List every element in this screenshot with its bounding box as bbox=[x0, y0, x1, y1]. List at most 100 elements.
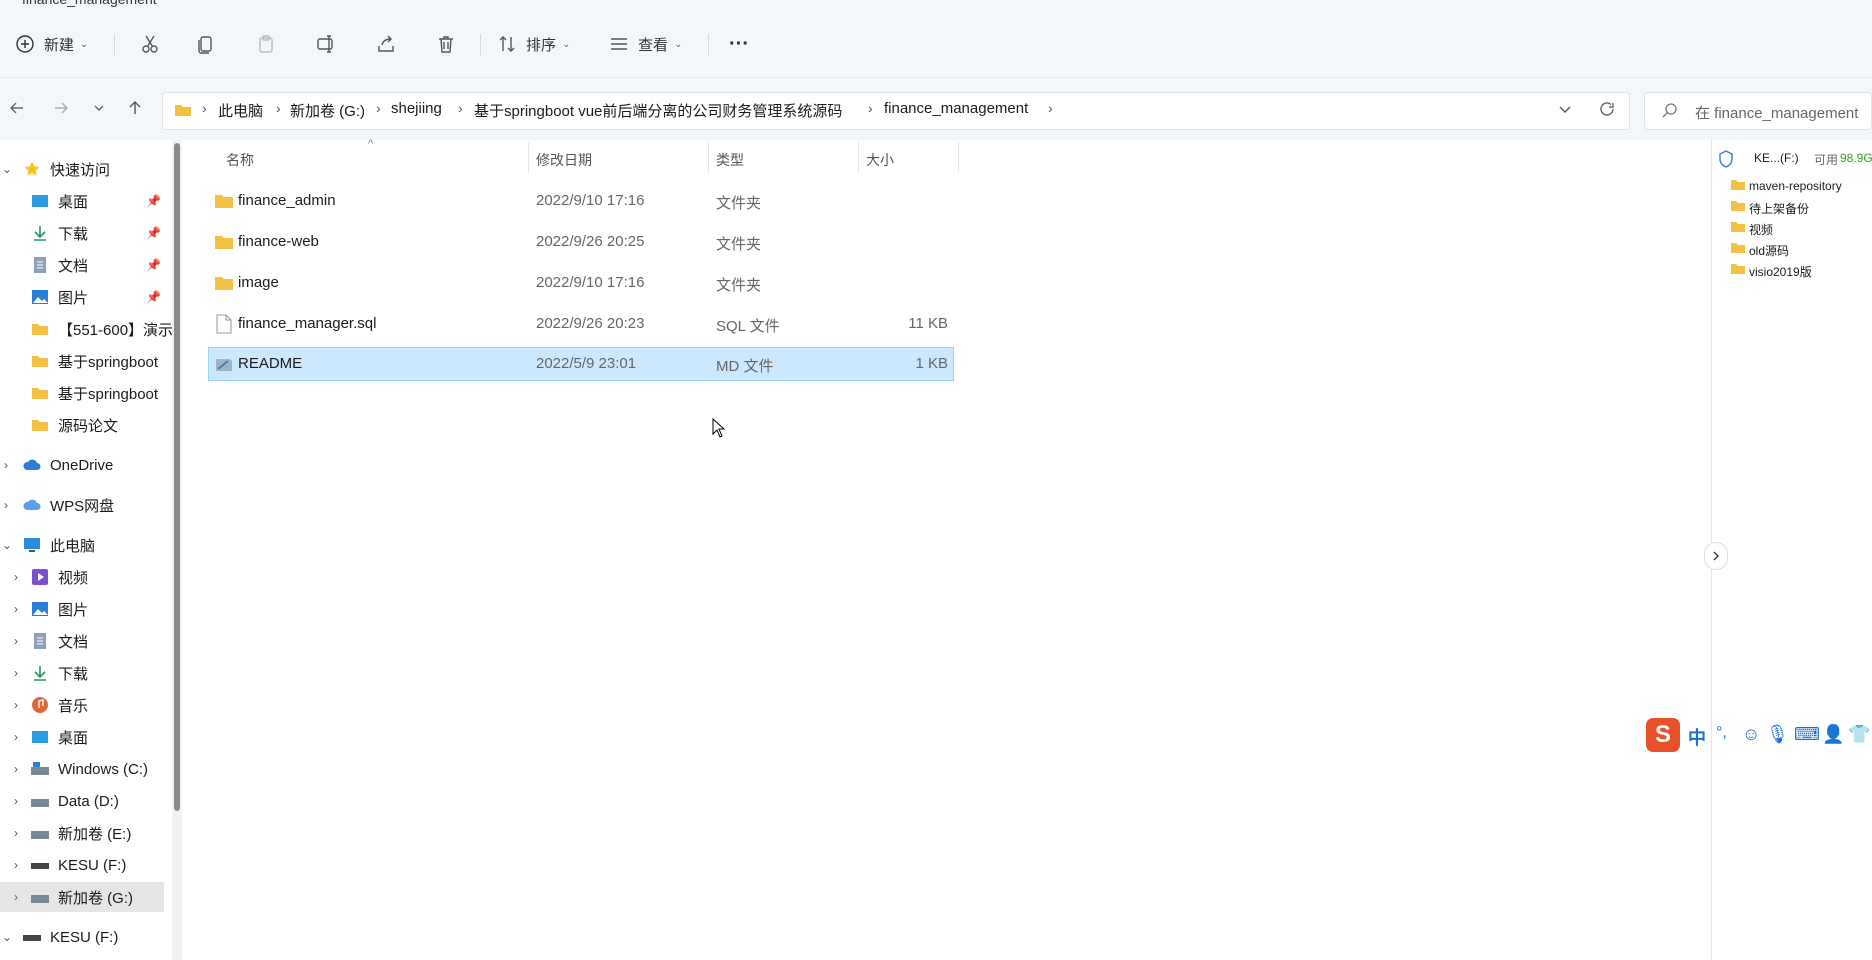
sogou-logo-icon[interactable]: S bbox=[1646, 718, 1680, 752]
ime-mode[interactable]: 中 bbox=[1688, 724, 1706, 750]
collapse-panel-button[interactable] bbox=[1704, 542, 1728, 570]
address-history-button[interactable] bbox=[1556, 100, 1574, 122]
column-divider[interactable] bbox=[708, 142, 709, 172]
breadcrumb-item[interactable]: finance_management bbox=[884, 100, 1028, 117]
up-button[interactable] bbox=[122, 95, 148, 121]
sidebar-item-videos[interactable]: 视频 bbox=[30, 564, 88, 590]
collapse-arrow-icon[interactable]: ⌄ bbox=[2, 538, 12, 552]
file-icon bbox=[216, 314, 232, 338]
sidebar-item-drive-e[interactable]: 新加卷 (E:) bbox=[30, 820, 131, 846]
sidebar-item-pictures[interactable]: 图片 bbox=[30, 596, 88, 622]
expand-arrow-icon[interactable]: › bbox=[14, 826, 18, 840]
sidebar-item-folder[interactable]: 源码论文 bbox=[30, 412, 118, 438]
breadcrumb-item[interactable]: 基于springboot vue前后端分离的公司财务管理系统源码 bbox=[474, 100, 842, 121]
new-button[interactable]: 新建 ⌄ bbox=[14, 28, 88, 60]
sidebar-item-onedrive[interactable]: OneDrive bbox=[22, 452, 113, 478]
file-row[interactable]: image 2022/9/10 17:16 文件夹 bbox=[208, 266, 954, 300]
search-box[interactable]: 在 finance_management bbox=[1644, 92, 1872, 130]
sidebar-item-documents[interactable]: 文档 bbox=[30, 628, 88, 654]
copy-button[interactable] bbox=[190, 28, 222, 60]
panel-folder-item[interactable]: maven-repository bbox=[1749, 179, 1842, 193]
sidebar-item-desktop[interactable]: 桌面 bbox=[30, 188, 88, 214]
column-header-name[interactable]: 名称 bbox=[226, 150, 254, 170]
sidebar-item-downloads[interactable]: 下载 bbox=[30, 220, 88, 246]
sidebar-item-downloads[interactable]: 下载 bbox=[30, 660, 88, 686]
expand-arrow-icon[interactable]: › bbox=[4, 498, 8, 512]
collapse-arrow-icon[interactable]: ⌄ bbox=[2, 162, 12, 176]
sidebar-item-drive-d[interactable]: Data (D:) bbox=[30, 788, 119, 814]
refresh-button[interactable] bbox=[1598, 100, 1616, 122]
delete-button[interactable] bbox=[430, 28, 462, 60]
file-row[interactable]: finance_manager.sql 2022/9/26 20:23 SQL … bbox=[208, 307, 954, 341]
column-divider[interactable] bbox=[528, 142, 529, 172]
search-input[interactable]: 在 finance_management bbox=[1695, 102, 1858, 123]
column-divider[interactable] bbox=[958, 142, 959, 172]
column-divider[interactable] bbox=[858, 142, 859, 172]
expand-arrow-icon[interactable]: › bbox=[14, 634, 18, 648]
keyboard-icon[interactable]: ⌨ bbox=[1794, 724, 1820, 745]
sidebar-item-pictures[interactable]: 图片 bbox=[30, 284, 88, 310]
file-row[interactable]: finance_admin 2022/9/10 17:16 文件夹 bbox=[208, 184, 954, 218]
pin-icon[interactable]: 📌 bbox=[146, 226, 161, 240]
rename-button[interactable] bbox=[310, 28, 342, 60]
chevron-down-icon bbox=[1559, 106, 1571, 113]
sidebar-item-quick-access[interactable]: 快速访问 bbox=[22, 156, 110, 182]
sidebar-item-desktop[interactable]: 桌面 bbox=[30, 724, 88, 750]
expand-arrow-icon[interactable]: › bbox=[14, 698, 18, 712]
expand-arrow-icon[interactable]: › bbox=[4, 458, 8, 472]
file-row[interactable]: finance-web 2022/9/26 20:25 文件夹 bbox=[208, 225, 954, 259]
sidebar-item-folder[interactable]: 【551-600】演示 bbox=[30, 316, 172, 342]
back-button[interactable] bbox=[4, 95, 30, 121]
panel-folder-item[interactable]: 视频 bbox=[1749, 221, 1773, 238]
microphone-icon[interactable]: 🎙 bbox=[1766, 724, 1789, 745]
expand-arrow-icon[interactable]: › bbox=[14, 602, 18, 616]
expand-arrow-icon[interactable]: › bbox=[14, 730, 18, 744]
pin-icon[interactable]: 📌 bbox=[146, 290, 161, 304]
expand-arrow-icon[interactable]: › bbox=[14, 570, 18, 584]
more-options-button[interactable]: ··· bbox=[724, 28, 754, 60]
collapse-arrow-icon[interactable]: ⌄ bbox=[2, 930, 12, 944]
sidebar-item-wps-cloud[interactable]: WPS网盘 bbox=[22, 492, 114, 518]
expand-arrow-icon[interactable]: › bbox=[14, 858, 18, 872]
sidebar-item-music[interactable]: 音乐 bbox=[30, 692, 88, 718]
sidebar-item-drive-c[interactable]: Windows (C:) bbox=[30, 756, 148, 782]
pin-icon[interactable]: 📌 bbox=[146, 194, 161, 208]
sidebar-item-folder[interactable]: 基于springboot bbox=[30, 348, 172, 374]
column-header-type[interactable]: 类型 bbox=[716, 150, 744, 170]
breadcrumb-item[interactable]: shejiing bbox=[391, 100, 442, 117]
panel-folder-item[interactable]: 待上架备份 bbox=[1749, 200, 1809, 217]
file-type: 文件夹 bbox=[716, 236, 762, 253]
expand-arrow-icon[interactable]: › bbox=[14, 762, 18, 776]
sidebar-item-this-pc[interactable]: 此电脑 bbox=[22, 532, 95, 558]
skin-shirt-icon[interactable]: 👕 bbox=[1848, 724, 1870, 745]
sidebar-item-folder[interactable]: 基于springboot bbox=[30, 380, 172, 406]
expand-arrow-icon[interactable]: › bbox=[14, 890, 18, 904]
sidebar-item-kesu-f[interactable]: KESU (F:) bbox=[22, 924, 118, 950]
panel-folder-item[interactable]: old源码 bbox=[1749, 242, 1789, 259]
forward-button[interactable] bbox=[48, 95, 74, 121]
pin-icon[interactable]: 📌 bbox=[146, 258, 161, 272]
sidebar-item-drive-f[interactable]: KESU (F:) bbox=[30, 852, 126, 878]
breadcrumb-item[interactable]: 此电脑 bbox=[218, 100, 263, 121]
recent-locations-button[interactable] bbox=[86, 95, 112, 121]
sidebar-item-drive-g[interactable]: 新加卷 (G:) bbox=[30, 884, 133, 910]
expand-arrow-icon[interactable]: › bbox=[14, 666, 18, 680]
share-button[interactable] bbox=[370, 28, 402, 60]
view-button[interactable]: 查看 ⌄ bbox=[608, 28, 682, 60]
emoji-icon[interactable]: ☺ bbox=[1742, 724, 1760, 745]
column-header-size[interactable]: 大小 bbox=[866, 150, 894, 170]
breadcrumb-item[interactable]: 新加卷 (G:) bbox=[290, 100, 365, 121]
sidebar-item-label: KESU (F:) bbox=[50, 928, 119, 946]
expand-arrow-icon[interactable]: › bbox=[14, 794, 18, 808]
cut-button[interactable] bbox=[134, 28, 166, 60]
panel-folder-item[interactable]: visio2019版 bbox=[1749, 263, 1812, 280]
paste-button[interactable] bbox=[250, 28, 282, 60]
sidebar-scrollbar-thumb[interactable] bbox=[174, 143, 180, 811]
ime-punctuation[interactable]: °, bbox=[1716, 724, 1727, 742]
sidebar-item-documents[interactable]: 文档 bbox=[30, 252, 88, 278]
column-header-date[interactable]: 修改日期 bbox=[536, 150, 592, 170]
file-row-selected[interactable]: README 2022/5/9 23:01 MD 文件 1 KB bbox=[208, 347, 954, 381]
sort-button[interactable]: 排序 ⌄ bbox=[496, 28, 570, 60]
ime-toolbar[interactable]: S 中 °, ☺ 🎙 ⌨ 👤 👕 bbox=[1644, 716, 1872, 754]
user-icon[interactable]: 👤 bbox=[1822, 724, 1844, 745]
